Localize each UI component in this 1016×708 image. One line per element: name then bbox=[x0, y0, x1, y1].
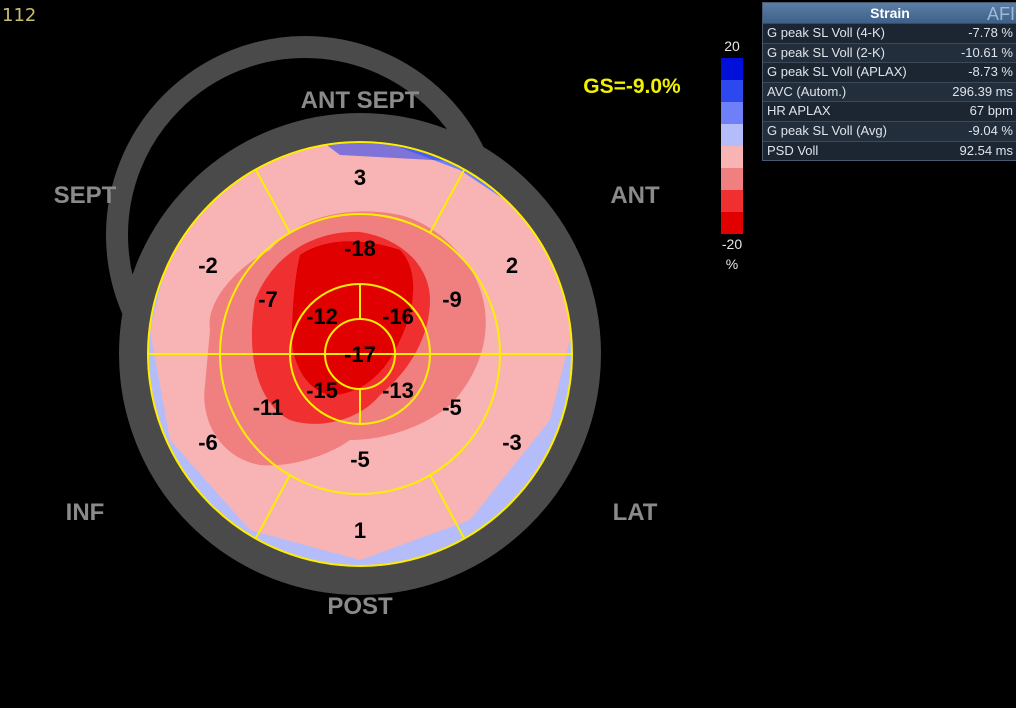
scale-step bbox=[721, 190, 743, 212]
panel-badge: AFI bbox=[986, 4, 1015, 24]
panel-row-label: G peak SL Voll (APLAX) bbox=[767, 64, 907, 80]
segment-basal-anteroseptal: 3 bbox=[354, 165, 366, 190]
label-inf: INF bbox=[66, 499, 105, 526]
segment-apex: -17 bbox=[344, 342, 376, 367]
label-post: POST bbox=[327, 593, 393, 620]
label-ant: ANT bbox=[610, 182, 660, 209]
panel-row-value: 67 bpm bbox=[969, 103, 1013, 119]
scale-step bbox=[721, 80, 743, 102]
segment-apical-inferior: -15 bbox=[306, 378, 338, 403]
panel-row-label: HR APLAX bbox=[767, 103, 831, 119]
panel-row-value: -8.73 % bbox=[968, 64, 1013, 80]
panel-row-label: PSD Voll bbox=[767, 142, 819, 158]
panel-row-value: 92.54 ms bbox=[959, 142, 1013, 158]
scale-step bbox=[721, 146, 743, 168]
panel-row: G peak SL Voll (2-K) -10.61 % bbox=[763, 42, 1016, 63]
segment-mid-posterior: -5 bbox=[350, 447, 370, 472]
color-scale: 20 -20 % bbox=[718, 38, 746, 272]
panel-row-label: G peak SL Voll (4-K) bbox=[767, 25, 886, 40]
panel-row: PSD Voll 92.54 ms bbox=[763, 140, 1016, 161]
panel-row: G peak SL Voll (Avg) -9.04 % bbox=[763, 120, 1016, 141]
segment-apical-lateral: -13 bbox=[382, 378, 414, 403]
strain-panel: Strain AFI G peak SL Voll (4-K) -7.78 % G … bbox=[762, 2, 1016, 162]
label-ant-sept: ANT SEPT bbox=[301, 87, 420, 114]
segment-basal-posterior: 1 bbox=[354, 518, 366, 543]
bullseye-plot: ANT SEPT SEPT ANT INF LAT POST GS=-9.0% … bbox=[54, 36, 681, 620]
panel-row-label: G peak SL Voll (Avg) bbox=[767, 122, 887, 138]
panel-row-value: 296.39 ms bbox=[952, 83, 1013, 99]
segment-apical-septal: -12 bbox=[306, 304, 338, 329]
label-lat: LAT bbox=[613, 499, 658, 526]
panel-row: G peak SL Voll (4-K) -7.78 % bbox=[763, 23, 1016, 43]
scale-max-label: 20 bbox=[724, 38, 740, 54]
panel-row-value: -9.04 % bbox=[968, 122, 1013, 138]
segment-basal-anterior: 2 bbox=[506, 253, 518, 278]
scale-step bbox=[721, 58, 743, 80]
segment-mid-lateral: -5 bbox=[442, 395, 462, 420]
panel-row: AVC (Autom.) 296.39 ms bbox=[763, 81, 1016, 102]
segment-apical-anterior: -16 bbox=[382, 304, 414, 329]
segment-basal-lateral: -3 bbox=[502, 430, 522, 455]
panel-row: G peak SL Voll (APLAX) -8.73 % bbox=[763, 62, 1016, 82]
panel-row-value: -7.78 % bbox=[968, 25, 1013, 40]
panel-title: Strain bbox=[870, 5, 910, 21]
segment-mid-inferior: -11 bbox=[253, 395, 284, 420]
scale-step bbox=[721, 168, 743, 190]
scale-step bbox=[721, 212, 743, 234]
scale-min-label: -20 bbox=[721, 236, 743, 252]
panel-row-value: -10.61 % bbox=[960, 44, 1013, 60]
scale-step bbox=[721, 124, 743, 146]
segment-basal-septal: -2 bbox=[198, 253, 218, 278]
panel-header: Strain AFI bbox=[763, 3, 1016, 24]
segment-mid-septal: -7 bbox=[258, 287, 278, 312]
label-sept: SEPT bbox=[54, 182, 117, 209]
scale-step bbox=[721, 102, 743, 124]
panel-row-label: G peak SL Voll (2-K) bbox=[767, 44, 886, 60]
segment-mid-anteroseptal: -18 bbox=[344, 236, 376, 261]
panel-rows: G peak SL Voll (4-K) -7.78 % G peak SL Vol… bbox=[763, 23, 1016, 160]
panel-row: HR APLAX 67 bpm bbox=[763, 101, 1016, 121]
panel-row-label: AVC (Autom.) bbox=[767, 83, 847, 99]
segment-mid-anterior: -9 bbox=[442, 287, 462, 312]
segment-basal-inferior: -6 bbox=[198, 430, 218, 455]
scale-bar bbox=[721, 58, 743, 234]
scale-unit: % bbox=[725, 256, 739, 272]
global-strain-value: GS=-9.0% bbox=[583, 75, 681, 98]
